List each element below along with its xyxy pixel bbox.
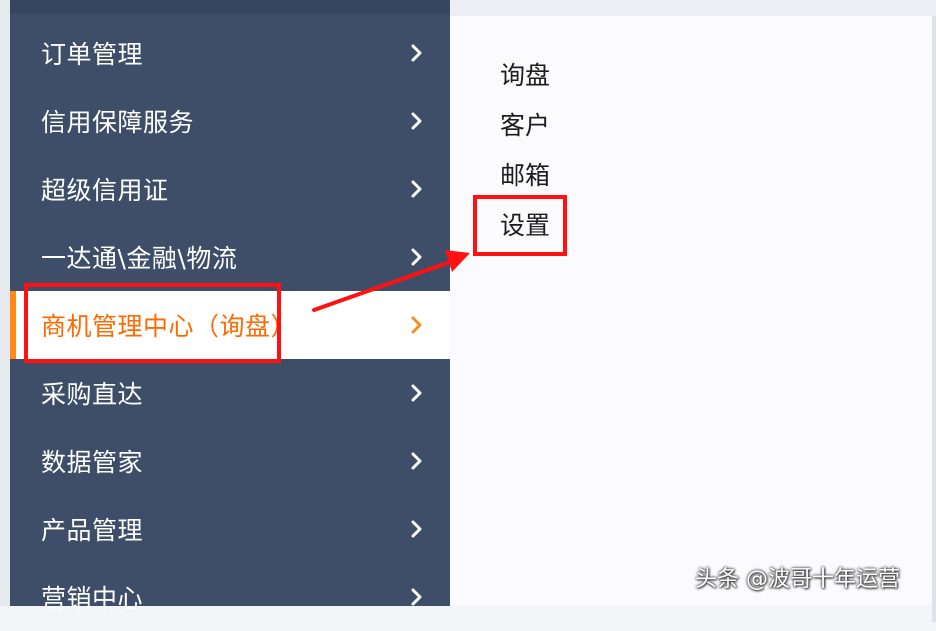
watermark-text: 头条 @波哥十年运营 — [695, 567, 900, 592]
annotation-arrow — [312, 250, 470, 312]
